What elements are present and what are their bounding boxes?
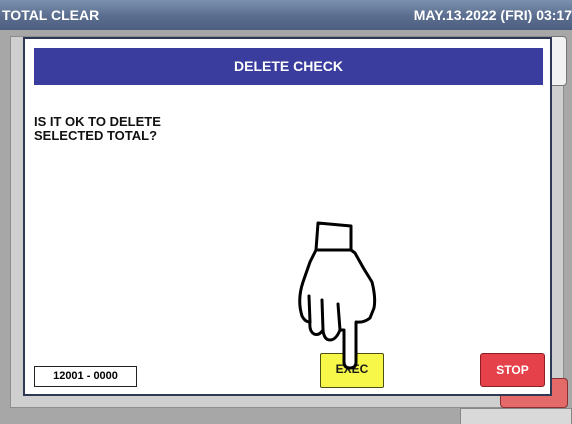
title-bar: TOTAL CLEAR MAY.13.2022 (FRI) 03:17 xyxy=(0,0,572,30)
background-top-right-tab xyxy=(551,36,567,86)
dialog-message: IS IT OK TO DELETE SELECTED TOTAL? xyxy=(34,115,334,143)
date-time: MAY.13.2022 (FRI) 03:17 xyxy=(413,7,572,23)
message-line-1: IS IT OK TO DELETE xyxy=(34,114,161,129)
screen: TOTAL CLEAR MAY.13.2022 (FRI) 03:17 DELE… xyxy=(0,0,572,424)
dialog-title: DELETE CHECK xyxy=(34,48,543,85)
delete-check-dialog: DELETE CHECK IS IT OK TO DELETE SELECTED… xyxy=(23,37,552,396)
app-title: TOTAL CLEAR xyxy=(2,7,100,23)
stop-button[interactable]: STOP xyxy=(480,353,545,387)
background-status-box xyxy=(460,408,572,424)
code-display: 12001 - 0000 xyxy=(34,366,137,387)
exec-button[interactable]: EXEC xyxy=(320,353,384,388)
message-line-2: SELECTED TOTAL? xyxy=(34,128,158,143)
